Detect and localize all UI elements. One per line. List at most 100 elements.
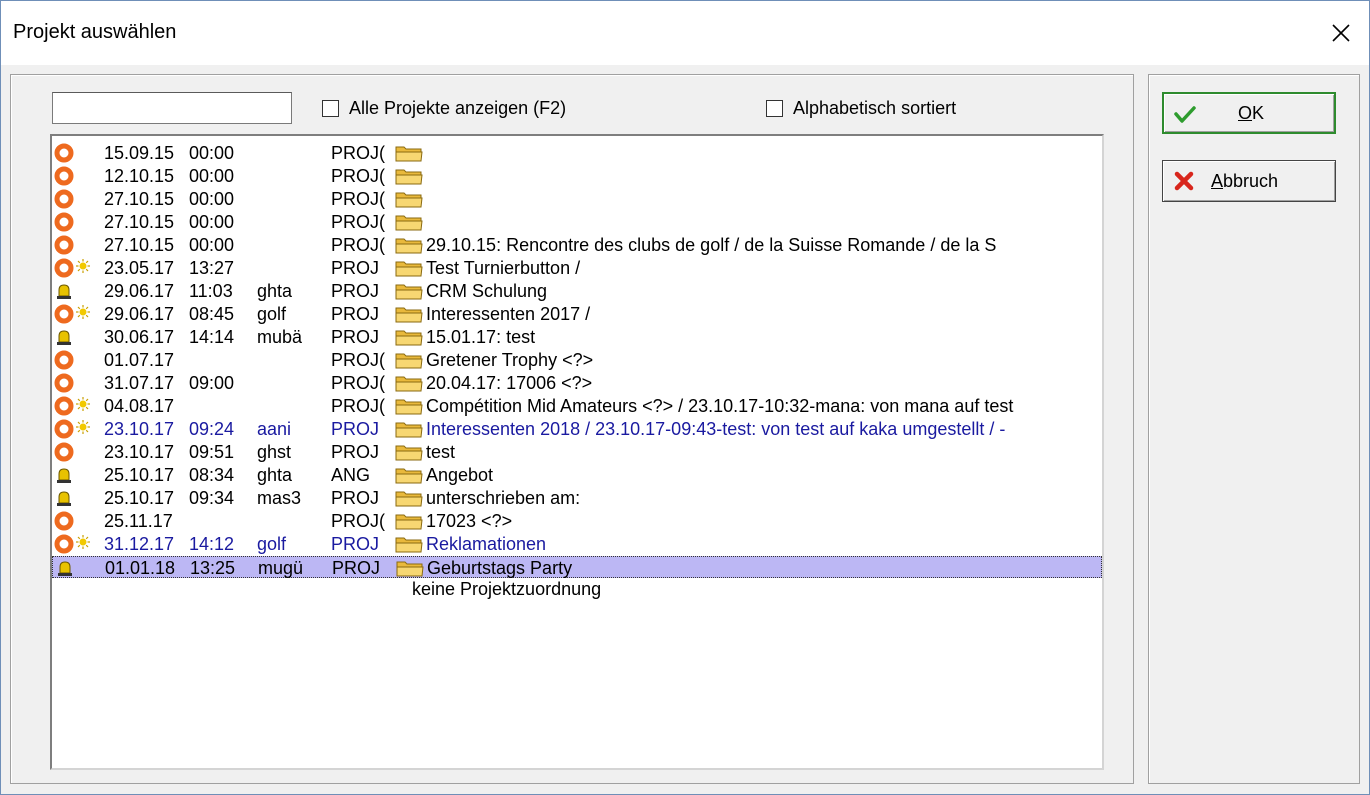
- project-row[interactable]: 12.10.15 00:00 PROJ(: [52, 165, 1102, 187]
- row-type: PROJ(: [331, 189, 385, 209]
- ok-button[interactable]: OK: [1162, 92, 1336, 134]
- checkbox-box[interactable]: [766, 100, 783, 117]
- folder-icon: [395, 260, 423, 277]
- project-row[interactable]: 23.10.17 09:24 aani PROJ Interessenten 2018 …: [52, 418, 1102, 440]
- orange-ring-icon: [54, 511, 74, 531]
- row-time: 09:00: [189, 373, 235, 393]
- orange-ring-icon: [54, 350, 74, 370]
- project-row[interactable]: 23.05.17 13:27 PROJ Test Turnierbutton /: [52, 257, 1102, 279]
- orange-ring-icon: [54, 442, 74, 462]
- bell-icon: [54, 281, 74, 301]
- new-sun-icon: [76, 533, 90, 549]
- project-row[interactable]: 29.06.17 08:45 golf PROJ Interessenten 2017 …: [52, 303, 1102, 325]
- alphabetical-sort-checkbox[interactable]: Alphabetisch sortiert: [766, 98, 956, 119]
- no-project-assignment-item[interactable]: keine Projektzuordnung: [412, 579, 601, 600]
- row-title: Interessenten 2018 / 23.10.17-09:43-test…: [426, 419, 1006, 439]
- new-sun-icon: [76, 303, 90, 319]
- row-type: PROJ(: [331, 166, 385, 186]
- row-time: 00:00: [189, 166, 235, 186]
- row-type: PROJ: [331, 258, 380, 278]
- project-row[interactable]: 30.06.17 14:14 mubä PROJ 15.01.17: test: [52, 326, 1102, 348]
- row-time: 14:14: [189, 327, 235, 347]
- cross-icon: [1174, 171, 1194, 191]
- folder-icon: [395, 398, 423, 415]
- row-date: 01.01.18: [105, 558, 176, 578]
- folder-icon: [395, 214, 423, 231]
- row-type: PROJ: [331, 419, 380, 439]
- row-title: Reklamationen: [426, 534, 547, 554]
- folder-icon: [395, 536, 423, 553]
- row-date: 25.11.17: [104, 511, 173, 531]
- new-sun-icon: [76, 418, 90, 434]
- row-type: PROJ(: [331, 511, 385, 531]
- row-time: 00:00: [189, 212, 235, 232]
- row-time: 00:00: [189, 235, 235, 255]
- project-row[interactable]: 27.10.15 00:00 PROJ(: [52, 188, 1102, 210]
- new-sun-icon: [76, 257, 90, 273]
- cancel-button[interactable]: Abbruch: [1162, 160, 1336, 202]
- folder-icon: [395, 490, 423, 507]
- row-title: 15.01.17: test: [426, 327, 536, 347]
- project-row[interactable]: 31.07.17 09:00 PROJ(20.04.17: 17006 <?>: [52, 372, 1102, 394]
- project-row[interactable]: 15.09.15 00:00 PROJ(: [52, 142, 1102, 164]
- row-type: PROJ: [331, 534, 380, 554]
- new-sun-icon: [76, 395, 90, 411]
- project-row[interactable]: 01.01.18 13:25 mugü PROJ Geburtstags Party: [52, 556, 1102, 578]
- row-date: 31.12.17: [104, 534, 175, 554]
- row-type: PROJ: [331, 327, 380, 347]
- project-list[interactable]: keine Projektzuordnung 15.09.15 00:00 PROJ…: [50, 134, 1104, 770]
- row-title: test: [426, 442, 456, 462]
- row-date: 31.07.17: [104, 373, 175, 393]
- project-row[interactable]: 27.10.15 00:00 PROJ(29.10.15: Rencontre de…: [52, 234, 1102, 256]
- row-type: PROJ(: [331, 396, 385, 416]
- row-date: 29.06.17: [104, 304, 175, 324]
- row-title: 20.04.17: 17006 <?>: [426, 373, 593, 393]
- project-row[interactable]: 04.08.17 PROJ(Compétition Mid Amateurs <?…: [52, 395, 1102, 417]
- checkmark-icon: [1174, 106, 1196, 123]
- folder-icon: [395, 306, 423, 323]
- folder-icon: [395, 467, 423, 484]
- dialog-title: Projekt auswählen: [13, 21, 177, 43]
- folder-icon: [395, 283, 423, 300]
- row-title: unterschrieben am:: [426, 488, 581, 508]
- checkbox-box[interactable]: [322, 100, 339, 117]
- orange-ring-icon: [54, 166, 74, 186]
- bell-icon: [55, 558, 75, 578]
- row-date: 23.10.17: [104, 442, 175, 462]
- project-row[interactable]: 25.11.17 PROJ(17023 <?>: [52, 510, 1102, 532]
- orange-ring-icon: [54, 189, 74, 209]
- project-row[interactable]: 29.06.17 11:03 ghta PROJ CRM Schulung: [52, 280, 1102, 302]
- show-all-projects-checkbox[interactable]: Alle Projekte anzeigen (F2): [322, 98, 566, 119]
- close-button[interactable]: [1313, 1, 1369, 65]
- row-date: 30.06.17: [104, 327, 175, 347]
- row-user: mas3: [257, 488, 302, 508]
- row-type: PROJ(: [331, 235, 385, 255]
- folder-icon: [395, 145, 423, 162]
- row-date: 27.10.15: [104, 189, 175, 209]
- search-input[interactable]: [52, 92, 292, 124]
- row-time: 09:51: [189, 442, 235, 462]
- row-user: golf: [257, 534, 287, 554]
- row-title: Interessenten 2017 /: [426, 304, 591, 324]
- folder-icon: [395, 191, 423, 208]
- project-row[interactable]: 31.12.17 14:12 golf PROJ Reklamationen: [52, 533, 1102, 555]
- row-time: 09:34: [189, 488, 235, 508]
- row-type: PROJ: [331, 442, 380, 462]
- row-date: 15.09.15: [104, 143, 175, 163]
- project-row[interactable]: 27.10.15 00:00 PROJ(: [52, 211, 1102, 233]
- folder-icon: [395, 352, 423, 369]
- project-row[interactable]: 25.10.17 08:34 ghta ANG Angebot: [52, 464, 1102, 486]
- row-date: 12.10.15: [104, 166, 175, 186]
- alphabetical-sort-label: Alphabetisch sortiert: [793, 98, 957, 118]
- folder-icon: [395, 237, 423, 254]
- row-date: 27.10.15: [104, 212, 175, 232]
- row-date: 23.10.17: [104, 419, 175, 439]
- row-date: 25.10.17: [104, 488, 175, 508]
- ok-label: OK: [1238, 102, 1265, 123]
- project-row[interactable]: 23.10.17 09:51 ghst PROJ test: [52, 441, 1102, 463]
- project-row[interactable]: 01.07.17 PROJ(Gretener Trophy <?>: [52, 349, 1102, 371]
- row-type: PROJ: [331, 281, 380, 301]
- project-row[interactable]: 25.10.17 09:34 mas3 PROJ unterschrieben am:: [52, 487, 1102, 509]
- row-date: 27.10.15: [104, 235, 175, 255]
- show-all-projects-label: Alle Projekte anzeigen (F2): [349, 98, 567, 118]
